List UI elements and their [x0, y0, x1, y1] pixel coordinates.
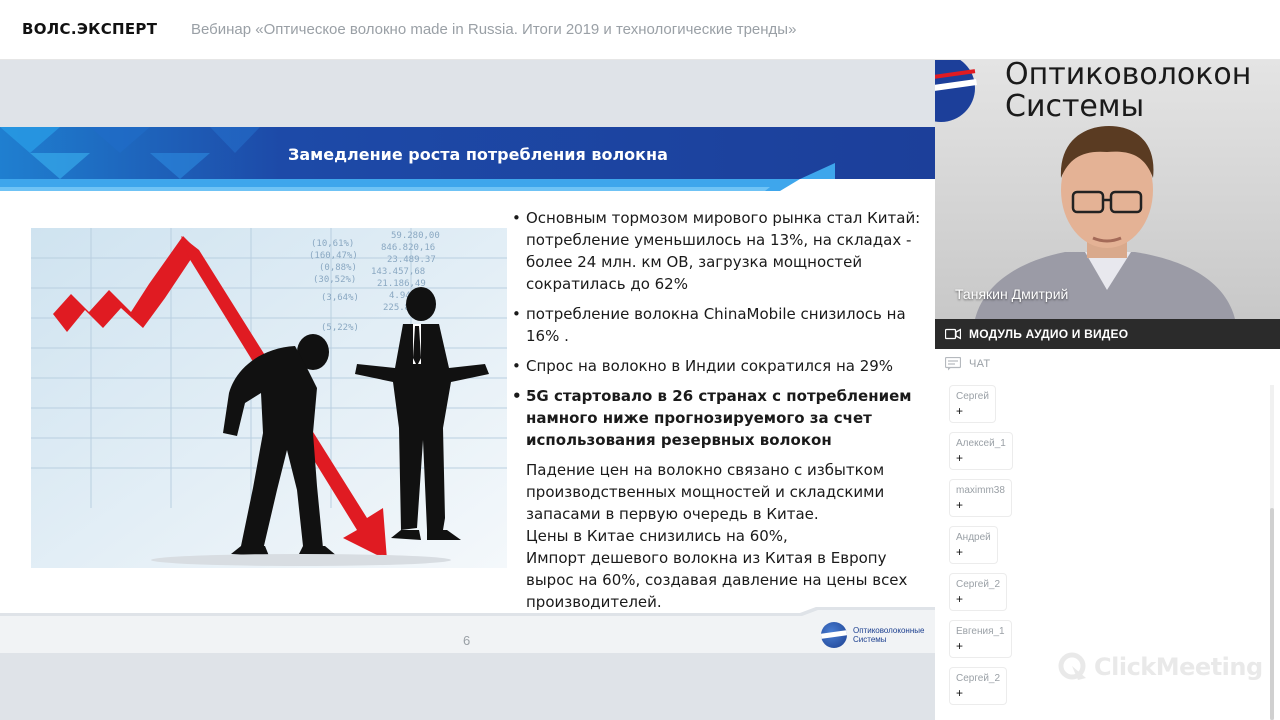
presentation-margin-top: [0, 60, 935, 127]
audio-video-module-bar[interactable]: МОДУЛЬ АУДИО И ВИДЕО: [935, 319, 1280, 349]
message-text: +: [956, 404, 964, 418]
message-author: Алексей_1: [956, 438, 1006, 449]
chat-message: maximm38 +: [949, 479, 1012, 517]
chat-message: Сергей_2 +: [949, 573, 1008, 611]
message-author: Сергей: [956, 391, 989, 402]
table-value: (3,64%): [321, 293, 359, 303]
chat-icon: [945, 357, 961, 371]
footer-logo-line: Системы: [853, 635, 887, 644]
chat-message: Андрей +: [949, 526, 998, 564]
table-value: 23.489.37: [387, 255, 436, 265]
table-value: (10,61%): [311, 239, 354, 249]
bullet-item: потребление волокна ChinaMobile снизилос…: [512, 303, 922, 347]
table-value: 59.280,00: [391, 231, 440, 241]
table-value: (30,52%): [313, 275, 356, 285]
slide: Замедление роста потребления волокна 59.…: [0, 127, 935, 653]
message-author: Сергей_2: [956, 579, 1001, 590]
message-text: +: [956, 498, 964, 512]
top-header: ВОЛС.ЭКСПЕРТ Вебинар «Оптическое волокно…: [0, 0, 1280, 60]
audio-video-module-label: МОДУЛЬ АУДИО И ВИДЕО: [969, 327, 1129, 341]
presenter-name: Танякин Дмитрий: [955, 286, 1069, 302]
message-text: +: [956, 592, 964, 606]
slide-illustration: 59.280,00 846.820,16 23.489.37 143.457,6…: [31, 228, 507, 568]
bullet-item: Основным тормозом мирового рынка стал Ки…: [512, 207, 922, 295]
slide-title: Замедление роста потребления волокна: [288, 145, 668, 164]
message-text: +: [956, 639, 964, 653]
bullet-item: 5G стартовало в 26 странах с потребление…: [512, 385, 922, 451]
table-value: (5,22%): [321, 323, 359, 333]
presentation-area: Замедление роста потребления волокна 59.…: [0, 60, 935, 720]
falling-chart-illustration: 59.280,00 846.820,16 23.489.37 143.457,6…: [31, 228, 507, 568]
chat-message: Алексей_1 +: [949, 432, 1013, 470]
footer-company-logo: Оптиковолоконные Системы: [821, 622, 924, 648]
video-sign-text: Системы: [1005, 89, 1144, 124]
message-text: +: [956, 686, 964, 700]
paragraph-line: Цены в Китае снизились на 60%,: [526, 527, 788, 545]
paragraph-line: Падение цен на волокно связано с избытко…: [526, 461, 885, 523]
video-frame: Оптиковолокон Системы: [935, 60, 1280, 319]
message-text: +: [956, 451, 964, 465]
paragraph-line: Импорт дешевого волокна из Китая в Европ…: [526, 549, 908, 611]
presentation-margin-bottom: [0, 653, 935, 720]
table-value: 143.457,68: [371, 267, 425, 277]
clickmeeting-watermark-text: ClickMeeting: [1094, 653, 1263, 681]
webinar-title: Вебинар «Оптическое волокно made in Russ…: [191, 21, 797, 38]
chat-message: Евгения_1 +: [949, 620, 1012, 658]
video-camera-icon: [945, 328, 961, 340]
message-author: Евгения_1: [956, 626, 1005, 637]
table-value: 846.820,16: [381, 243, 435, 253]
table-value: (0,88%): [319, 263, 357, 273]
presenter-video[interactable]: Оптиковолокон Системы Танякин Дмитрий: [935, 60, 1280, 319]
chat-header[interactable]: ЧАТ: [935, 349, 1280, 379]
table-value: (160,47%): [309, 251, 358, 261]
chat-message: Сергей_2 +: [949, 667, 1008, 705]
clickmeeting-watermark: ClickMeeting: [1058, 652, 1263, 682]
video-sign-text: Оптиковолокон: [1005, 60, 1251, 92]
message-author: Сергей_2: [956, 673, 1001, 684]
clickmeeting-logo-icon: [1058, 652, 1086, 680]
chat-message: Сергей +: [949, 385, 996, 423]
message-text: +: [956, 545, 964, 559]
slide-paragraph: Падение цен на волокно связано с избытко…: [512, 459, 922, 613]
footer-logo-line: Оптиковолоконные: [853, 626, 925, 635]
chat-label: ЧАТ: [969, 358, 991, 370]
slide-page-number: 6: [463, 633, 471, 648]
message-author: Андрей: [956, 532, 991, 543]
message-author: maximm38: [956, 485, 1005, 496]
chat-scrollbar-thumb[interactable]: [1270, 508, 1274, 720]
slide-bullet-list: Основным тормозом мирового рынка стал Ки…: [512, 207, 922, 613]
brand-logo[interactable]: ВОЛС.ЭКСПЕРТ: [22, 20, 157, 38]
company-logo-icon: [821, 622, 847, 648]
bullet-item: Спрос на волокно в Индии сократился на 2…: [512, 355, 922, 377]
